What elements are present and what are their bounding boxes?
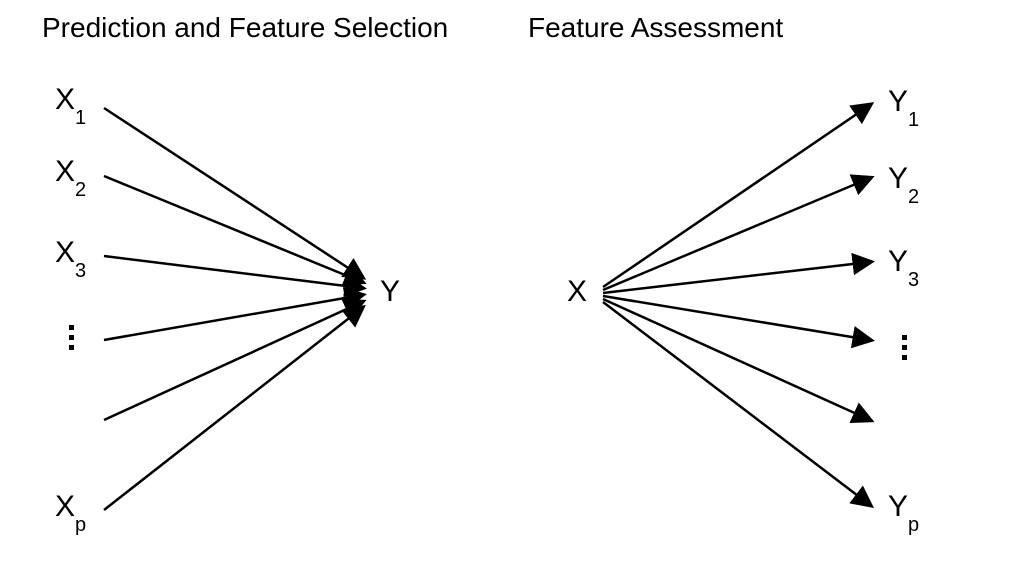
y3-label: Y3	[888, 245, 919, 284]
y-ellipsis-icon	[902, 335, 907, 360]
x-source-label: X	[567, 275, 587, 309]
y1-label: Y1	[888, 85, 919, 124]
diagram-arrows	[0, 0, 1015, 581]
yp-label: Yp	[888, 490, 919, 529]
xp-label: Xp	[55, 490, 86, 529]
x3-label: X3	[55, 236, 86, 275]
x-ellipsis-icon	[69, 325, 74, 350]
x2-label: X2	[55, 155, 86, 194]
y2-label: Y2	[888, 162, 919, 201]
y-target-label: Y	[380, 275, 400, 309]
x1-label: X1	[55, 83, 86, 122]
